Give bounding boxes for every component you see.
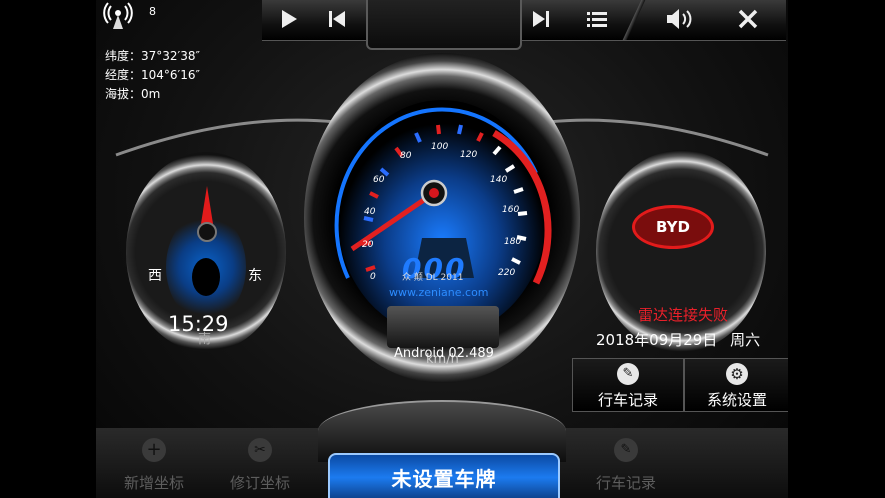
tick-label: 100 (431, 142, 449, 152)
compass-west: 西 (148, 268, 162, 284)
date-value: 2018年09月29日 (596, 331, 718, 349)
byd-logo: BYD (632, 205, 714, 249)
gps-info: 纬度：37°32′38″ 经度：104°6′16″ 海拔：0m (105, 47, 200, 104)
tick-label: 40 (364, 207, 376, 217)
compass-east: 东 (248, 268, 262, 284)
gear-icon: ⚙ (726, 363, 748, 385)
edit-coordinate-label: 修订坐标 (229, 474, 290, 492)
tick-label: 20 (362, 240, 374, 250)
next-button[interactable] (524, 4, 558, 34)
compass-hub (192, 258, 220, 296)
settings-label: 系统设置 (706, 391, 767, 409)
compass-needle-icon (197, 186, 217, 242)
trip-log-button[interactable]: ✎ 行车记录 (572, 358, 684, 412)
lcd-window (387, 306, 499, 348)
media-display (366, 0, 522, 50)
license-plate-label: 未设置车牌 (391, 467, 497, 491)
weekday-value: 周六 (730, 331, 761, 349)
tick-label: 0 (370, 272, 376, 282)
playlist-button[interactable] (580, 4, 614, 34)
list-icon (587, 12, 607, 27)
watermark-url: www.zeniane.com (389, 286, 489, 299)
volume-button[interactable] (660, 4, 700, 34)
play-icon (282, 10, 297, 28)
dashboard-screen: 8 纬度：37°32′38″ 经度：104°6′16″ 海拔：0m 西 东 南 … (96, 0, 788, 498)
skip-forward-icon (533, 11, 549, 27)
bottom-trip-log-label: 行车记录 (595, 474, 656, 492)
version-text: Android 02.489 (394, 346, 494, 361)
date-text: 2018年09月29日 周六 (596, 329, 760, 350)
tick-label: 160 (502, 205, 520, 215)
tick-label: 220 (498, 268, 516, 278)
topbar-divider (622, 0, 646, 40)
top-control-bar (262, 0, 786, 50)
tick-label: 80 (400, 151, 412, 161)
add-coordinate-button[interactable]: + 新增坐标 (100, 430, 208, 496)
volume-icon (667, 9, 692, 29)
edit-coordinate-button[interactable]: ✂ 修订坐标 (210, 430, 310, 496)
longitude-text: 经度：104°6′16″ (105, 68, 201, 82)
play-button[interactable] (272, 4, 306, 34)
signal-count: 8 (149, 5, 156, 18)
compass-gauge: 西 东 南 15:29 (126, 152, 286, 352)
bottom-trip-log-button[interactable]: ✎ 行车记录 (572, 430, 680, 496)
add-coordinate-label: 新增坐标 (123, 474, 184, 492)
skip-back-icon (329, 11, 345, 27)
watermark-name: 众 颠 DL 2011 (402, 273, 464, 283)
byd-logo-text: BYD (656, 218, 690, 236)
tick-label: 140 (490, 175, 508, 185)
close-icon (738, 9, 758, 29)
signal-icon (102, 2, 134, 30)
radar-status: 雷达连接失败 (638, 306, 729, 324)
plus-icon: + (142, 438, 166, 462)
edit-icon: ✎ (617, 363, 639, 385)
license-plate-button[interactable]: 未设置车牌 (328, 453, 560, 498)
wrench-icon: ✂ (248, 438, 272, 462)
tick-label: 60 (373, 175, 385, 185)
edit-icon: ✎ (614, 438, 638, 462)
clock-time: 15:29 (168, 312, 229, 336)
trip-log-label: 行车记录 (597, 391, 658, 409)
tick-label: 120 (460, 150, 478, 160)
latitude-text: 纬度：37°32′38″ (105, 49, 201, 63)
tick-label: 180 (504, 237, 522, 247)
close-button[interactable] (728, 4, 768, 34)
settings-button[interactable]: ⚙ 系统设置 (684, 358, 788, 412)
previous-button[interactable] (320, 4, 354, 34)
